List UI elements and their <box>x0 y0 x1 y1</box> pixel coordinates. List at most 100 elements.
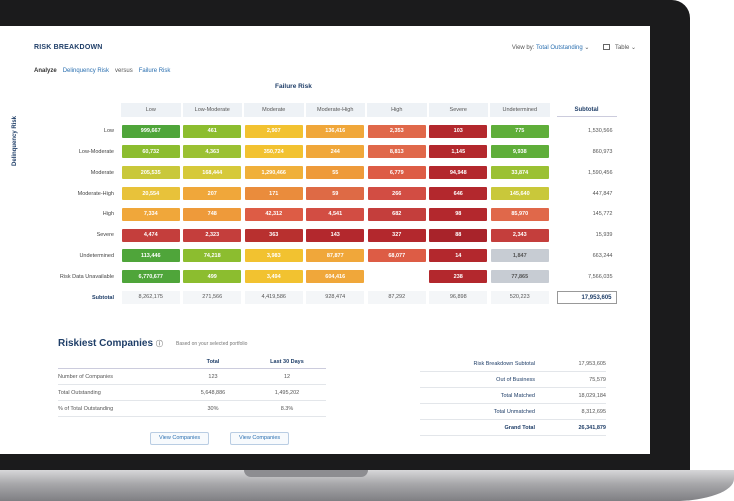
summary-row: Total Unmatched 8,312,695 <box>420 404 606 420</box>
view-by-label: View by: <box>511 44 535 51</box>
matrix-cell[interactable]: 68,077 <box>367 249 426 263</box>
matrix-cell[interactable]: 171 <box>244 187 303 201</box>
matrix-cell[interactable]: 244 <box>306 145 365 159</box>
matrix-cell[interactable]: 4,541 <box>306 207 365 221</box>
matrix-cell[interactable]: 1,847 <box>490 249 549 263</box>
row-label: Moderate-High <box>77 190 114 197</box>
matrix-cell[interactable]: 94,948 <box>429 166 488 180</box>
matrix-cell[interactable]: 59 <box>306 187 365 201</box>
analyze-secondary-select[interactable]: Failure Risk <box>139 68 171 74</box>
view-companies-button-total[interactable]: View Companies <box>150 432 210 445</box>
summary-value: 17,953,605 <box>578 360 606 367</box>
matrix-cell[interactable]: 363 <box>244 228 303 242</box>
riskiest-table: Total Last 30 Days Number of Companies 123 1… <box>58 356 326 417</box>
matrix-cell[interactable]: 168,444 <box>183 166 242 180</box>
matrix-cell[interactable]: 98 <box>429 207 488 221</box>
row-subtotal: 7,566,035 <box>588 273 613 280</box>
matrix-cell[interactable]: 60,732 <box>121 145 180 159</box>
matrix-cell[interactable]: 1,290,466 <box>244 166 303 180</box>
matrix-cell[interactable]: 145,640 <box>490 187 549 201</box>
riskiest-companies-title: Riskiest Companies ⓘ <box>58 338 163 349</box>
matrix-cell[interactable]: 682 <box>367 207 426 221</box>
matrix-cell[interactable]: 20,554 <box>121 187 180 201</box>
matrix-cell[interactable]: 85,970 <box>490 207 549 221</box>
matrix-cell[interactable]: 55 <box>306 166 365 180</box>
matrix-cell[interactable]: 42,312 <box>244 207 303 221</box>
matrix-cell[interactable]: 6,779 <box>367 166 426 180</box>
chevron-down-icon: ⌄ <box>630 44 636 51</box>
summary-label: Risk Breakdown Subtotal <box>473 360 535 367</box>
versus-label: versus <box>115 68 133 74</box>
column-headers: Low Low-Moderate Moderate Moderate-High High… <box>120 103 551 118</box>
matrix-cell[interactable]: 205,535 <box>121 166 180 180</box>
page-title: RISK BREAKDOWN <box>34 43 103 51</box>
matrix-cell[interactable]: 999,667 <box>121 124 180 138</box>
row-subtotal: 663,244 <box>592 252 613 259</box>
matrix-cell[interactable]: 3,494 <box>244 270 303 284</box>
view-companies-button-30-days[interactable]: View Companies <box>230 432 290 445</box>
matrix-cell[interactable]: 350,724 <box>244 145 303 159</box>
matrix-cell[interactable]: 7,334 <box>121 207 180 221</box>
matrix-cell[interactable]: 604,416 <box>306 270 365 284</box>
summary-row: Risk Breakdown Subtotal 17,953,605 <box>420 356 606 372</box>
column-header: Moderate-High <box>305 103 365 118</box>
laptop-scene: RISK BREAKDOWN View by: Total Outstandin… <box>0 0 734 501</box>
row-subtotal: 145,772 <box>592 211 613 218</box>
matrix-cell[interactable]: 646 <box>429 187 488 201</box>
matrix-row: Low-Moderate 60,732 4,363 350,724 244 8,813 1,… <box>40 142 640 163</box>
riskiest-note: Based on your selected portfolio <box>176 341 248 347</box>
page-header: RISK BREAKDOWN View by: Total Outstandin… <box>34 40 636 54</box>
matrix-cell[interactable]: 1,145 <box>429 145 488 159</box>
row-subtotal: 1,590,456 <box>588 169 613 176</box>
matrix-cell[interactable]: 4,474 <box>121 228 180 242</box>
matrix-cell[interactable]: 461 <box>183 124 242 138</box>
view-by-control[interactable]: View by: Total Outstanding ⌄ <box>512 44 590 51</box>
riskiest-header-row: Total Last 30 Days <box>58 356 326 369</box>
info-icon[interactable]: ⓘ <box>156 341 163 348</box>
matrix-cell[interactable]: 3,983 <box>244 249 303 263</box>
row-label: Severe <box>96 232 114 239</box>
matrix-cell[interactable]: 77,865 <box>490 270 549 284</box>
matrix-cell[interactable]: 499 <box>183 270 242 284</box>
matrix-cell[interactable]: 327 <box>367 228 426 242</box>
matrix-cell[interactable]: 87,877 <box>306 249 365 263</box>
matrix-cell[interactable]: 113,446 <box>121 249 180 263</box>
matrix-cell[interactable]: 775 <box>490 124 549 138</box>
table-toggle[interactable]: Table ⌄ <box>603 43 636 51</box>
column-header: Moderate <box>244 103 304 118</box>
matrix-cell[interactable]: 238 <box>429 270 488 284</box>
matrix-cell[interactable]: 2,323 <box>183 228 242 242</box>
matrix-cell[interactable]: 9,938 <box>490 145 549 159</box>
matrix-cell[interactable]: 266 <box>367 187 426 201</box>
matrix-cell[interactable]: 136,416 <box>306 124 365 138</box>
matrix-cell[interactable]: 748 <box>183 207 242 221</box>
matrix-cell[interactable]: 14 <box>429 249 488 263</box>
matrix-cell[interactable]: 6,770,677 <box>121 270 180 284</box>
matrix-cell[interactable]: 4,363 <box>183 145 242 159</box>
riskiest-header-cell: Last 30 Days <box>270 359 304 365</box>
matrix-cell[interactable]: 2,907 <box>244 124 303 138</box>
matrix-cell[interactable]: 74,218 <box>183 249 242 263</box>
matrix-cell[interactable]: 33,874 <box>490 166 549 180</box>
matrix-cell[interactable]: 2,353 <box>367 124 426 138</box>
riskiest-cell: Number of Companies <box>58 373 114 380</box>
riskiest-header-cell: Total <box>206 359 220 365</box>
matrix-row: Risk Data Unavailable 6,770,677 499 3,494 60… <box>40 266 640 287</box>
riskiest-title-text: Riskiest Companies <box>58 338 154 349</box>
matrix-cell[interactable]: 103 <box>429 124 488 138</box>
subtotal-cell: 96,898 <box>429 291 488 305</box>
row-label: Low-Moderate <box>78 148 114 155</box>
risk-matrix: Low Low-Moderate Moderate Moderate-High High… <box>40 100 640 308</box>
matrix-row: High 7,334 748 42,312 4,541 682 98 85,970 145,77… <box>40 204 640 225</box>
laptop-notch <box>244 470 368 477</box>
analyze-primary-select[interactable]: Delinquency Risk <box>63 68 109 74</box>
matrix-cell[interactable]: 2,343 <box>490 228 549 242</box>
row-subtotal: 15,939 <box>595 232 613 239</box>
matrix-cell[interactable]: 143 <box>306 228 365 242</box>
subtotal-row-label: Subtotal <box>92 294 114 301</box>
matrix-cell[interactable]: 88 <box>429 228 488 242</box>
subtotal-cell: 271,566 <box>183 291 242 305</box>
matrix-cell[interactable]: 8,813 <box>367 145 426 159</box>
matrix-cell[interactable] <box>367 270 426 284</box>
matrix-cell[interactable]: 207 <box>183 187 242 201</box>
